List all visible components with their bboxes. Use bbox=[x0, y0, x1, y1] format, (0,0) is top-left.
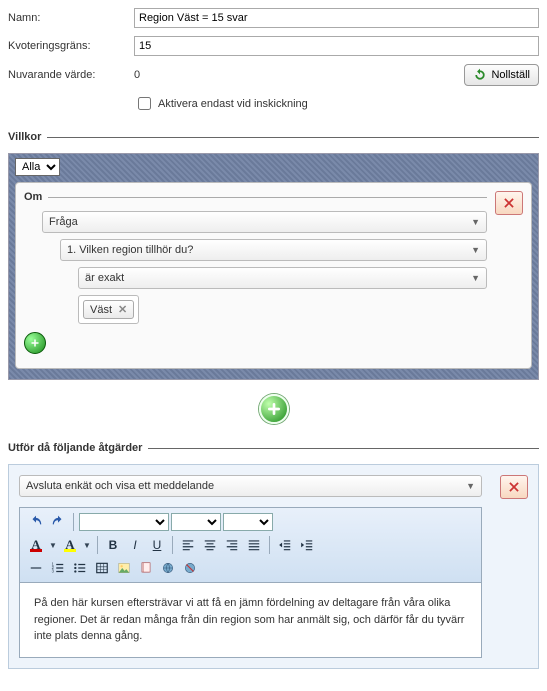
chevron-down-icon: ▼ bbox=[49, 541, 57, 550]
chevron-down-icon: ▼ bbox=[471, 273, 480, 283]
hr-button[interactable] bbox=[26, 558, 46, 578]
unlink-icon bbox=[183, 561, 197, 575]
redo-icon bbox=[51, 515, 65, 529]
action-type-select[interactable]: Avsluta enkät och visa ett meddelande ▼ bbox=[19, 475, 482, 497]
ol-button[interactable]: 123 bbox=[48, 558, 68, 578]
condition-group: Om Fråga ▼ 1. Vilken region tillhör du? … bbox=[15, 182, 532, 369]
svg-text:3: 3 bbox=[52, 569, 55, 574]
add-group-button[interactable] bbox=[259, 394, 289, 424]
activate-checkbox[interactable] bbox=[138, 97, 151, 110]
delete-action-button[interactable] bbox=[500, 475, 528, 499]
hr-icon bbox=[29, 561, 43, 575]
chevron-down-icon: ▼ bbox=[466, 481, 475, 491]
condition-group-label: Om bbox=[24, 191, 48, 203]
condition-question-value: 1. Vilken region tillhör du? bbox=[67, 244, 193, 256]
align-center-button[interactable] bbox=[200, 535, 220, 555]
current-value: 0 bbox=[134, 69, 464, 81]
actions-panel: Avsluta enkät och visa ett meddelande ▼ bbox=[8, 464, 539, 669]
actions-legend: Utför då följande åtgärder bbox=[8, 442, 148, 454]
table-button[interactable] bbox=[92, 558, 112, 578]
condition-operator-value: är exakt bbox=[85, 272, 124, 284]
condition-value-holder: Väst ✕ bbox=[78, 295, 139, 324]
italic-button[interactable]: I bbox=[125, 535, 145, 555]
reset-button-label: Nollställ bbox=[491, 69, 530, 81]
toolbar-separator bbox=[97, 536, 98, 554]
toolbar-separator bbox=[269, 536, 270, 554]
chevron-down-icon: ▼ bbox=[471, 245, 480, 255]
toolbar-separator bbox=[172, 536, 173, 554]
editor-content[interactable]: På den här kursen eftersträvar vi att få… bbox=[20, 583, 481, 657]
activate-label: Aktivera endast vid inskickning bbox=[158, 98, 308, 110]
editor-toolbar: A ▼ A ▼ B I U bbox=[20, 508, 481, 583]
align-left-button[interactable] bbox=[178, 535, 198, 555]
chevron-down-icon: ▼ bbox=[471, 217, 480, 227]
font-color-button[interactable]: A bbox=[26, 535, 46, 555]
ul-icon bbox=[73, 561, 87, 575]
align-left-icon bbox=[181, 538, 195, 552]
redo-button[interactable] bbox=[48, 512, 68, 532]
table-icon bbox=[95, 561, 109, 575]
indent-icon bbox=[300, 538, 314, 552]
image-icon bbox=[117, 561, 131, 575]
current-label: Nuvarande värde: bbox=[8, 69, 134, 81]
condition-mode-select[interactable]: Alla bbox=[15, 158, 60, 176]
close-icon bbox=[507, 480, 521, 494]
rich-text-editor: A ▼ A ▼ B I U bbox=[19, 507, 482, 658]
name-label: Namn: bbox=[8, 12, 134, 24]
font-family-select[interactable] bbox=[79, 513, 169, 531]
bold-button[interactable]: B bbox=[103, 535, 123, 555]
highlight-menu[interactable]: ▼ bbox=[82, 535, 92, 555]
conditions-legend: Villkor bbox=[8, 131, 47, 143]
condition-operator-select[interactable]: är exakt ▼ bbox=[78, 267, 487, 289]
plus-icon bbox=[29, 337, 41, 349]
toolbar-separator bbox=[73, 513, 74, 531]
action-type-value: Avsluta enkät och visa ett meddelande bbox=[26, 480, 214, 492]
conditions-panel: Alla Om Fråga ▼ 1. Vilken region tillhör… bbox=[8, 153, 539, 380]
condition-type-value: Fråga bbox=[49, 216, 78, 228]
attachment-button[interactable] bbox=[136, 558, 156, 578]
link-icon bbox=[161, 561, 175, 575]
highlight-button[interactable]: A bbox=[60, 535, 80, 555]
name-input[interactable] bbox=[134, 8, 539, 28]
align-right-button[interactable] bbox=[222, 535, 242, 555]
condition-value-tag: Väst ✕ bbox=[83, 300, 134, 319]
plus-icon bbox=[266, 401, 282, 417]
ul-button[interactable] bbox=[70, 558, 90, 578]
condition-value-text: Väst bbox=[90, 304, 112, 316]
quota-label: Kvoteringsgräns: bbox=[8, 40, 134, 52]
font-color-menu[interactable]: ▼ bbox=[48, 535, 58, 555]
unlink-button[interactable] bbox=[180, 558, 200, 578]
chevron-down-icon: ▼ bbox=[83, 541, 91, 550]
undo-button[interactable] bbox=[26, 512, 46, 532]
link-button[interactable] bbox=[158, 558, 178, 578]
reset-button[interactable]: Nollställ bbox=[464, 64, 539, 86]
image-button[interactable] bbox=[114, 558, 134, 578]
condition-type-select[interactable]: Fråga ▼ bbox=[42, 211, 487, 233]
refresh-icon bbox=[473, 68, 487, 82]
close-icon bbox=[502, 196, 516, 210]
outdent-button[interactable] bbox=[275, 535, 295, 555]
underline-button[interactable]: U bbox=[147, 535, 167, 555]
align-right-icon bbox=[225, 538, 239, 552]
undo-icon bbox=[29, 515, 43, 529]
align-justify-icon bbox=[247, 538, 261, 552]
format-select[interactable] bbox=[223, 513, 273, 531]
attachment-icon bbox=[139, 561, 153, 575]
align-justify-button[interactable] bbox=[244, 535, 264, 555]
quota-input[interactable] bbox=[134, 36, 539, 56]
remove-tag-icon[interactable]: ✕ bbox=[118, 303, 127, 316]
font-size-select[interactable] bbox=[171, 513, 221, 531]
align-center-icon bbox=[203, 538, 217, 552]
outdent-icon bbox=[278, 538, 292, 552]
indent-button[interactable] bbox=[297, 535, 317, 555]
add-condition-button[interactable] bbox=[24, 332, 46, 354]
delete-condition-button[interactable] bbox=[495, 191, 523, 215]
ol-icon: 123 bbox=[51, 561, 65, 575]
condition-question-select[interactable]: 1. Vilken region tillhör du? ▼ bbox=[60, 239, 487, 261]
